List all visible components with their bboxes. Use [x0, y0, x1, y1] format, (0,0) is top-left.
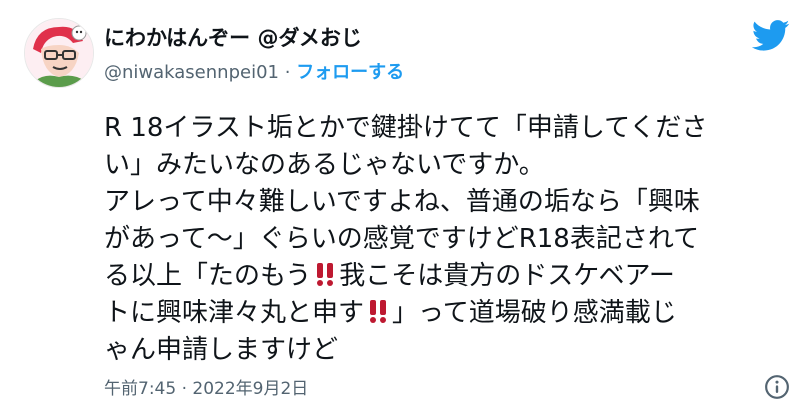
tweet-line-4: があって〜」ぐらいの感覚ですけどR18表記されて	[104, 221, 794, 258]
tweet-line-3: アレって中々難しいですよね、普通の垢なら「興味	[104, 184, 794, 221]
double-exclamation-emoji	[317, 263, 334, 286]
tweet-line-1: R 18イラスト垢とかで鍵掛けてて「申請してくださ	[104, 110, 794, 147]
tweet-text-segment: ゃん申請しますけど	[104, 335, 339, 365]
tweet-card: にわかはんぞー @ダメおじ @niwakasennpei01 · フォローする …	[0, 0, 808, 414]
avatar[interactable]	[24, 18, 94, 88]
tweet-line-5: る以上「たのもう 我こそは貴方のドスケベアー	[104, 258, 794, 295]
info-icon[interactable]	[764, 374, 790, 400]
tweet-line-7: ゃん申請しますけど	[104, 332, 794, 369]
handle[interactable]: @niwakasennpei01	[104, 62, 279, 83]
avatar-illustration	[25, 19, 93, 87]
tweet-text-segment: 我こそは貴方のドスケベアー	[339, 261, 675, 291]
tweet-line-2: い」みたいなのあるじゃないですか。	[104, 147, 794, 184]
follow-button[interactable]: フォローする	[296, 62, 404, 83]
tweet-text: R 18イラスト垢とかで鍵掛けてて「申請してくださ い」みたいなのあるじゃないで…	[104, 110, 794, 369]
tweet-text-segment: い」みたいなのあるじゃないですか。	[104, 150, 545, 180]
tweet-text-segment: があって〜」ぐらいの感覚ですけどR18表記されて	[104, 224, 700, 254]
timestamp[interactable]: 午前7:45 · 2022年9月2日	[104, 374, 308, 399]
display-name[interactable]: にわかはんぞー @ダメおじ	[104, 22, 362, 52]
tweet-text-segment: 」って道場破り感満載じ	[392, 298, 677, 328]
twitter-bird-icon[interactable]	[752, 20, 790, 52]
double-exclamation-emoji	[370, 300, 387, 323]
tweet-line-6: トに興味津々丸と申す 」って道場破り感満載じ	[104, 295, 794, 332]
tweet-text-segment: R 18イラスト垢とかで鍵掛けてて「申請してくださ	[104, 113, 708, 143]
tweet-text-segment: アレって中々難しいですよね、普通の垢なら「興味	[104, 187, 700, 217]
handle-row: @niwakasennpei01 · フォローする	[104, 58, 404, 84]
tweet-text-segment: トに興味津々丸と申す	[104, 298, 365, 328]
tweet-text-segment: る以上「たのもう	[104, 261, 312, 291]
separator-dot: ·	[284, 62, 291, 83]
